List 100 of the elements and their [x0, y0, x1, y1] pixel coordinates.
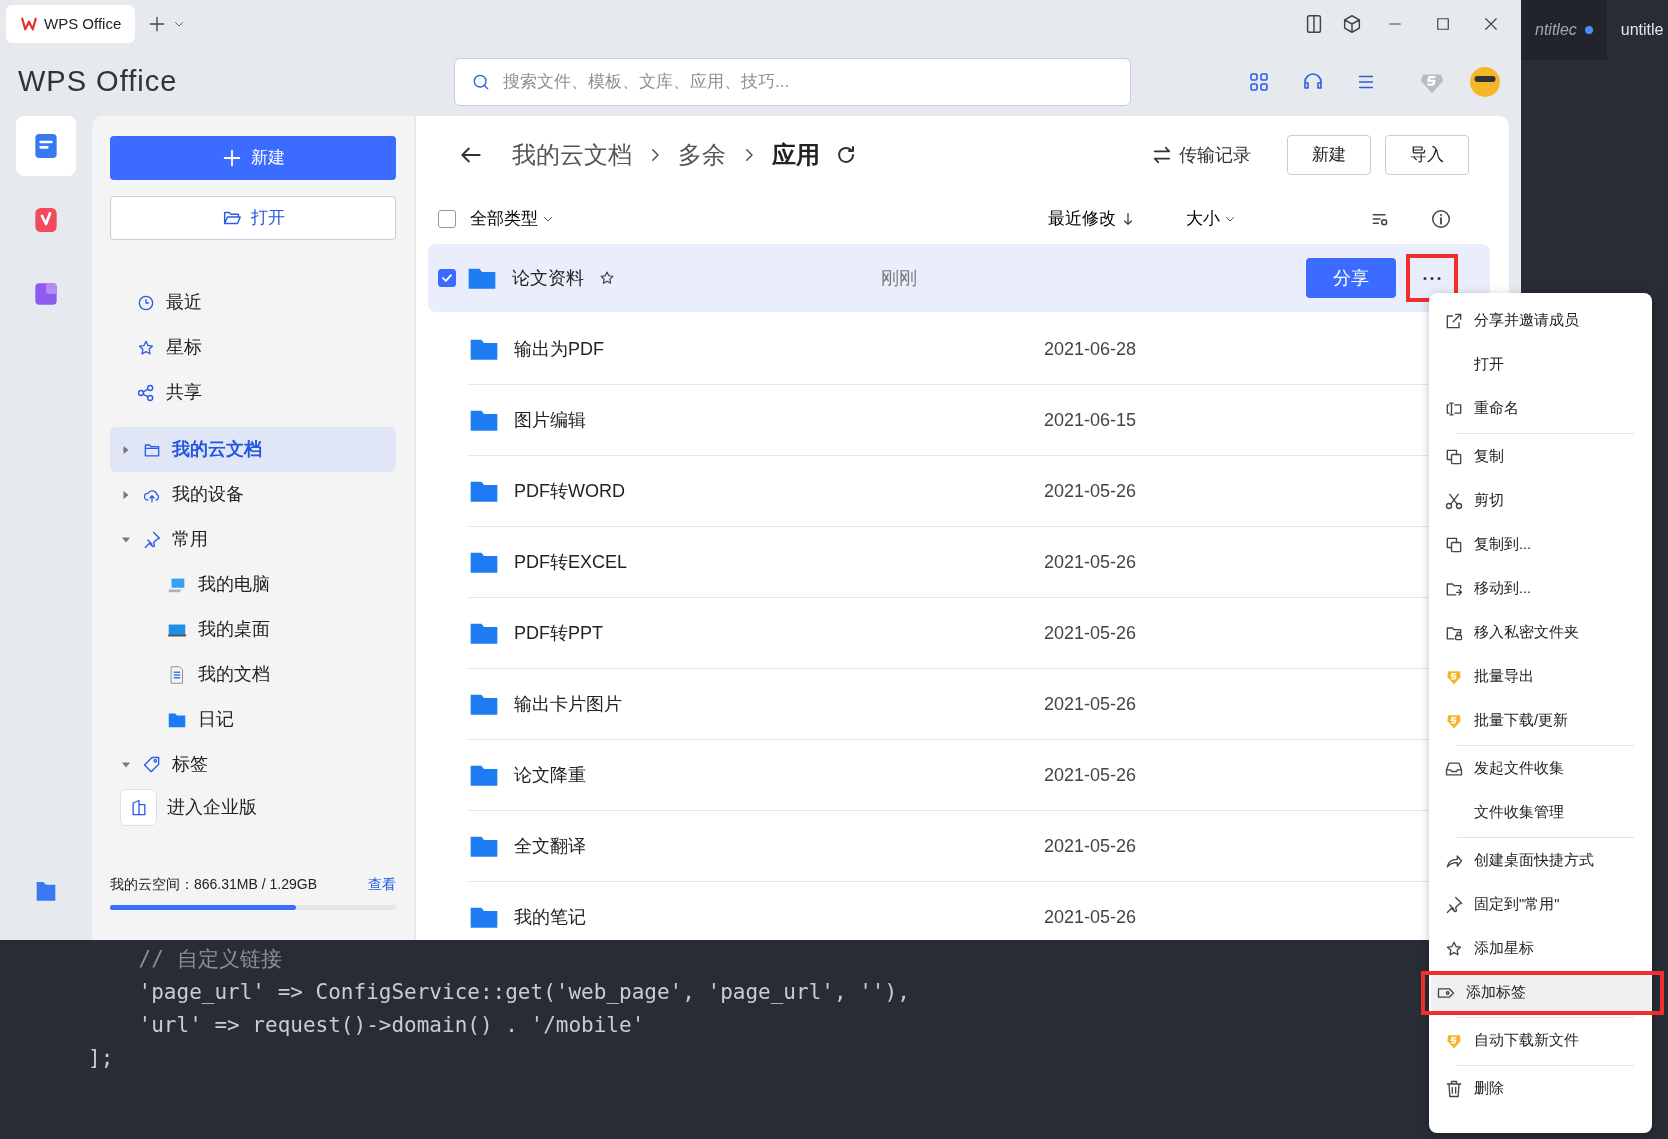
menu-item[interactable]: 创建桌面快捷方式 — [1429, 839, 1652, 883]
modified-date: 2021-06-28 — [1044, 337, 1137, 361]
sidebar-item[interactable]: 最近 — [110, 280, 396, 325]
check-icon — [440, 271, 454, 285]
file-name[interactable]: 我的笔记 — [514, 903, 586, 931]
pin-icon — [142, 529, 162, 550]
modified-date: 2021-05-26 — [1044, 692, 1137, 716]
type-filter-dropdown[interactable]: 全部类型 — [464, 205, 560, 233]
tree-item[interactable]: 我的设备 — [110, 472, 396, 517]
modified-date: 2021-05-26 — [1044, 621, 1137, 645]
pin-icon — [1444, 895, 1464, 915]
share-icon — [136, 382, 156, 403]
file-name[interactable]: 输出卡片图片 — [514, 690, 622, 718]
star-outline-icon[interactable] — [598, 269, 616, 287]
menu-item[interactable]: 删除 — [1429, 1067, 1652, 1111]
storage-usage: 我的云空间：866.31MB / 1.29GB — [110, 875, 317, 894]
new-button[interactable]: 新建 — [110, 136, 396, 180]
menu-item[interactable]: 复制 — [1429, 435, 1652, 479]
scissors-icon — [1444, 491, 1464, 511]
modified-date: 刚刚 — [881, 266, 917, 290]
menu-item[interactable]: 批量下载/更新 — [1429, 699, 1652, 743]
menu-item[interactable]: 自动下载新文件 — [1429, 1019, 1652, 1063]
file-name[interactable]: 图片编辑 — [514, 406, 586, 434]
app-switcher-button[interactable] — [16, 116, 76, 176]
file-name[interactable]: PDF转WORD — [514, 477, 625, 505]
close-icon[interactable] — [1482, 15, 1500, 33]
share-button[interactable]: 分享 — [1306, 258, 1396, 298]
menu-item[interactable]: 剪切 — [1429, 479, 1652, 523]
window-tab[interactable]: WPS Office — [6, 5, 136, 43]
code-comment: // 自定义链接 — [137, 946, 282, 973]
maximize-icon[interactable] — [1434, 15, 1452, 33]
swap-arrows-icon — [1151, 144, 1173, 166]
copy-icon — [1444, 535, 1464, 555]
wps-logo-icon — [20, 15, 38, 33]
menu-item[interactable]: 移入私密文件夹 — [1429, 611, 1652, 655]
import-button[interactable]: 导入 — [1385, 135, 1469, 175]
search-field[interactable]: 搜索文件、模板、文库、应用、技巧... — [501, 68, 1114, 96]
menu-item[interactable]: 打开 — [1429, 343, 1652, 387]
tree-item[interactable]: 我的电脑 — [110, 562, 396, 607]
copy-icon — [1444, 447, 1464, 467]
size-header[interactable]: 大小 — [1180, 205, 1370, 233]
cube-icon[interactable] — [1341, 13, 1363, 35]
file-name[interactable]: PDF转EXCEL — [514, 548, 628, 576]
breadcrumb-link[interactable]: 多余 — [678, 137, 726, 173]
menu-item[interactable]: 复制到... — [1429, 523, 1652, 567]
open-button[interactable]: 打开 — [110, 196, 396, 240]
row-checkbox[interactable] — [438, 269, 456, 287]
sidebar-item[interactable]: 共享 — [110, 370, 396, 415]
menu-item[interactable]: 批量导出 — [1429, 655, 1652, 699]
sort-header[interactable]: 最近修改 — [1042, 205, 1180, 233]
apps-grid-icon[interactable] — [1247, 70, 1271, 94]
tree-item[interactable]: 我的文档 — [110, 652, 396, 697]
enterprise-icon[interactable] — [120, 789, 157, 826]
menu-item[interactable]: 添加星标 — [1429, 927, 1652, 971]
file-name[interactable]: 论文资料 — [512, 264, 584, 292]
sidebar-item[interactable]: 星标 — [110, 325, 396, 370]
modified-date: 2021-05-26 — [1044, 834, 1137, 858]
code-line: 'page_url' => ConfigService::get('web_page', 'page_url', ''), — [137, 979, 910, 1006]
modified-date: 2021-05-26 — [1044, 905, 1137, 929]
modified-date: 2021-06-15 — [1044, 408, 1137, 432]
menu-item[interactable]: 文件收集管理 — [1429, 791, 1652, 835]
modified-date: 2021-05-26 — [1044, 763, 1137, 787]
menu-item[interactable]: 分享并邀请成员 — [1429, 299, 1652, 343]
modified-date: 2021-05-26 — [1044, 479, 1137, 503]
file-name[interactable]: 论文降重 — [514, 761, 586, 789]
tree-item[interactable]: 我的云文档 — [110, 427, 396, 472]
external-share-icon — [1444, 311, 1464, 331]
tree-item[interactable]: 标签 — [110, 742, 396, 787]
app-logo: WPS Office — [18, 64, 179, 100]
tree-item[interactable]: 常用 — [110, 517, 396, 562]
menu-item[interactable]: 固定到"常用" — [1429, 883, 1652, 927]
file-name[interactable]: 全文翻译 — [514, 832, 586, 860]
select-all-checkbox[interactable] — [438, 210, 456, 228]
view-link[interactable]: 查看 — [368, 874, 396, 895]
menu-item[interactable]: 重命名 — [1429, 387, 1652, 431]
trash-icon — [1444, 1079, 1464, 1099]
tree-item[interactable]: 我的桌面 — [110, 607, 396, 652]
breadcrumb-link[interactable]: 应用 — [772, 137, 820, 173]
info-icon[interactable] — [1430, 208, 1452, 230]
file-name[interactable]: 输出为PDF — [514, 335, 604, 363]
search-bar[interactable]: 搜索文件、模板、文库、应用、技巧... — [454, 58, 1131, 106]
menu-item[interactable]: 添加标签 — [1431, 975, 1652, 1011]
enterprise-link[interactable]: 进入企业版 — [167, 794, 257, 821]
editor-tab[interactable]: untitle — [1606, 0, 1668, 60]
modified-date: 2021-05-26 — [1044, 550, 1137, 574]
code-line: 'url' => request()->domain() . '/mobile' — [137, 1012, 645, 1039]
menu-item[interactable]: 移动到... — [1429, 567, 1652, 611]
breadcrumb-link[interactable]: 我的云文档 — [512, 137, 632, 173]
plus-icon — [221, 147, 243, 169]
tag-icon — [142, 754, 162, 775]
transfer-button[interactable]: 传输记录 — [1145, 140, 1257, 170]
new-button[interactable]: 新建 — [1287, 135, 1371, 175]
tree-item[interactable]: 日记 — [110, 697, 396, 742]
search-icon — [471, 72, 491, 92]
code-line: ]; — [88, 1045, 114, 1072]
avatar-icon[interactable] — [1467, 64, 1503, 100]
file-name[interactable]: PDF转PPT — [514, 619, 603, 647]
more-dots-icon — [1423, 276, 1441, 280]
editor-tab[interactable]: ntitlec — [1521, 0, 1607, 60]
menu-item[interactable]: 发起文件收集 — [1429, 747, 1652, 791]
